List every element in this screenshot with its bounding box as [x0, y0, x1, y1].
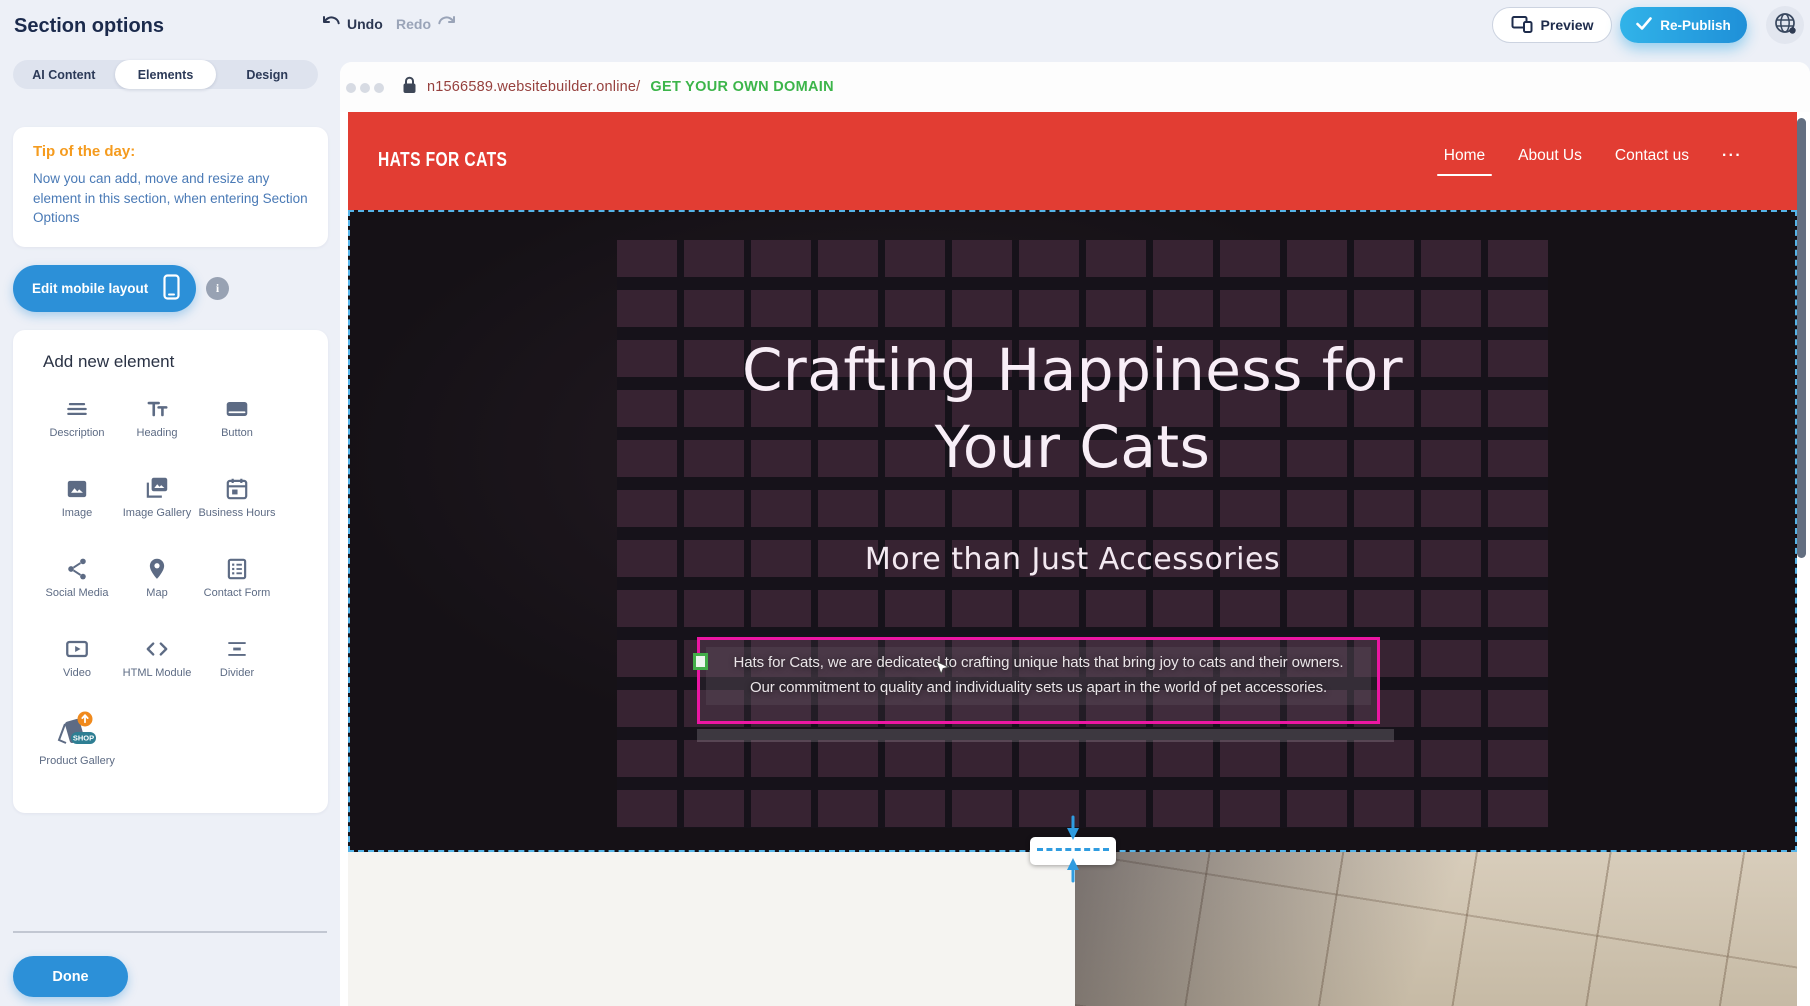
- element-map[interactable]: Map: [117, 552, 197, 632]
- globe-icon: [1773, 11, 1797, 40]
- redo-label: Redo: [396, 16, 431, 32]
- browser-chrome-bar: n1566589.websitebuilder.online/ GET YOUR…: [340, 62, 1810, 112]
- website-preview: HATS FOR CATS Home About Us Contact us ·…: [348, 112, 1797, 1006]
- contact-form-icon: [224, 552, 250, 582]
- hero-section-selected[interactable]: Crafting Happiness for Your Cats More th…: [348, 210, 1797, 852]
- element-html-module[interactable]: HTML Module: [117, 632, 197, 712]
- redo-button[interactable]: Redo: [396, 14, 456, 33]
- text-element-selected[interactable]: Hats for Cats, we are dedicated to craft…: [697, 637, 1380, 724]
- sidebar-divider: [13, 931, 327, 933]
- element-business-hours[interactable]: Business Hours: [197, 472, 277, 552]
- element-drag-handle[interactable]: [693, 653, 708, 670]
- divider-icon: [224, 632, 250, 662]
- product-gallery-icon: SHOP: [51, 712, 103, 750]
- element-contact-form[interactable]: Contact Form: [197, 552, 277, 632]
- add-element-card: Add new element Description Heading Butt…: [13, 330, 328, 813]
- next-section-left: [348, 852, 1075, 1006]
- nav-contact-us[interactable]: Contact us: [1615, 147, 1689, 165]
- image-gallery-icon: [143, 472, 171, 502]
- business-hours-icon: [224, 472, 250, 502]
- info-icon[interactable]: i: [206, 277, 229, 300]
- button-icon: [223, 392, 251, 422]
- description-icon: [64, 392, 90, 422]
- shop-badge: SHOP: [73, 734, 94, 743]
- window-dot-2: [360, 83, 370, 93]
- page-title: Section options: [14, 15, 164, 38]
- undo-icon: [322, 14, 341, 33]
- edit-mobile-layout-button[interactable]: Edit mobile layout: [13, 265, 196, 312]
- done-label: Done: [52, 969, 88, 985]
- next-section-floor-image: [1075, 852, 1797, 1006]
- element-video[interactable]: Video: [37, 632, 117, 712]
- element-product-gallery[interactable]: SHOP Product Gallery: [37, 712, 117, 792]
- check-icon: [1636, 17, 1652, 33]
- resize-dash-line: [1037, 848, 1109, 851]
- republish-label: Re-Publish: [1660, 18, 1731, 33]
- tip-title: Tip of the day:: [33, 143, 308, 160]
- hero-subheading[interactable]: More than Just Accessories: [350, 542, 1795, 577]
- phone-icon: [163, 274, 180, 303]
- nav-home[interactable]: Home: [1444, 147, 1485, 165]
- preview-scrollbar[interactable]: [1797, 118, 1806, 558]
- window-dot-3: [374, 83, 384, 93]
- element-image-gallery[interactable]: Image Gallery: [117, 472, 197, 552]
- nav-about-us[interactable]: About Us: [1518, 147, 1582, 165]
- video-icon: [63, 632, 91, 662]
- image-icon: [64, 472, 90, 502]
- get-domain-link[interactable]: GET YOUR OWN DOMAIN: [650, 79, 833, 95]
- map-icon: [144, 552, 170, 582]
- tip-body: Now you can add, move and resize any ele…: [33, 169, 321, 228]
- element-button[interactable]: Button: [197, 392, 277, 472]
- hero-heading[interactable]: Crafting Happiness for Your Cats: [350, 332, 1795, 486]
- section-resize-handle[interactable]: [1030, 837, 1116, 865]
- element-description[interactable]: Description: [37, 392, 117, 472]
- heading-icon: [144, 392, 170, 422]
- done-button[interactable]: Done: [13, 956, 128, 997]
- preview-button[interactable]: Preview: [1492, 7, 1612, 43]
- mouse-cursor: [935, 660, 950, 685]
- republish-button[interactable]: Re-Publish: [1620, 7, 1747, 43]
- element-heading[interactable]: Heading: [117, 392, 197, 472]
- element-hover-bar: [697, 729, 1394, 742]
- add-element-title: Add new element: [43, 352, 174, 372]
- preview-label: Preview: [1541, 17, 1594, 33]
- site-preview-canvas: n1566589.websitebuilder.online/ GET YOUR…: [340, 62, 1810, 1006]
- element-social-media[interactable]: Social Media: [37, 552, 117, 632]
- lock-icon: [402, 76, 417, 99]
- element-image[interactable]: Image: [37, 472, 117, 552]
- element-divider[interactable]: Divider: [197, 632, 277, 712]
- undo-label: Undo: [347, 16, 383, 32]
- tip-of-the-day-card: Tip of the day: Now you can add, move an…: [13, 127, 328, 247]
- tab-ai-content[interactable]: AI Content: [13, 60, 115, 89]
- tab-elements[interactable]: Elements: [115, 60, 217, 89]
- devices-icon: [1511, 15, 1533, 36]
- language-globe-button[interactable]: [1766, 6, 1804, 44]
- window-dot-1: [346, 83, 356, 93]
- edit-mobile-label: Edit mobile layout: [32, 281, 148, 296]
- undo-button[interactable]: Undo: [322, 14, 383, 33]
- element-grid: Description Heading Button Image: [37, 392, 277, 792]
- site-header: HATS FOR CATS Home About Us Contact us ·…: [348, 112, 1797, 210]
- panel-tab-bar: AI Content Elements Design: [13, 60, 318, 89]
- hero-paragraph: Hats for Cats, we are dedicated to craft…: [706, 647, 1371, 705]
- site-nav: Home About Us Contact us ···: [1444, 134, 1742, 178]
- tab-design[interactable]: Design: [216, 60, 318, 89]
- site-logo[interactable]: HATS FOR CATS: [378, 149, 507, 172]
- app-window: Section options Undo Redo Preview Re-Pub…: [0, 0, 1810, 1006]
- nav-more-icon[interactable]: ···: [1722, 147, 1742, 165]
- social-media-icon: [64, 552, 90, 582]
- redo-icon: [437, 14, 456, 33]
- html-module-icon: [143, 632, 171, 662]
- site-url[interactable]: n1566589.websitebuilder.online/: [427, 79, 640, 95]
